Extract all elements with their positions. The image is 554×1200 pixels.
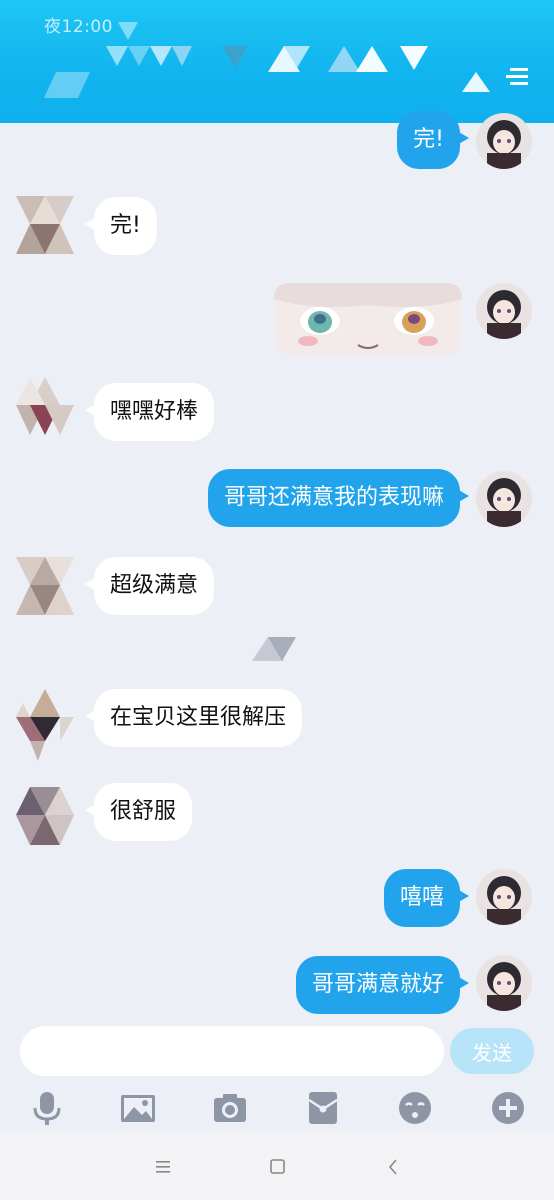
other-avatar[interactable] [16,196,74,254]
other-avatar[interactable] [16,557,74,615]
self-avatar[interactable] [476,955,532,1011]
message-bubble-other[interactable]: 在宝贝这里很解压 [84,689,303,747]
message-bubble-other[interactable]: 超级满意 [84,557,215,615]
self-avatar[interactable] [476,113,532,169]
back-icon[interactable] [376,1150,410,1184]
input-row: 发送 [0,1020,554,1084]
message-bubble-other[interactable]: 完! [85,197,157,255]
message-bubble-other[interactable]: 嘿嘿好棒 [84,383,215,441]
header-mosaic [44,22,490,98]
message-bubble-self[interactable]: 哥哥满意就好 [295,956,470,1014]
message-bubble-self[interactable]: 完! [397,111,469,169]
plus-icon[interactable] [488,1088,528,1128]
input-toolbar [0,1084,554,1132]
self-avatar[interactable] [476,283,532,339]
menu-icon[interactable] [146,1150,180,1184]
message-input[interactable] [20,1026,444,1076]
send-button[interactable]: 发送 [450,1028,534,1074]
red-packet-icon[interactable] [303,1088,343,1128]
self-avatar[interactable] [476,471,532,527]
emoji-icon[interactable] [395,1088,435,1128]
other-avatar[interactable] [16,787,74,845]
message-list[interactable]: 完! 完! 嘿嘿好棒 哥哥还满意我的表现嘛 超级满意 在宝贝这里很解压 很舒服 … [0,111,554,1020]
image-icon[interactable] [118,1088,158,1128]
home-icon[interactable] [260,1150,294,1184]
anime-face-sticker[interactable] [274,283,462,355]
other-avatar[interactable] [16,377,74,435]
timestamp-blur [252,637,296,661]
hamburger-menu-icon[interactable] [504,66,528,88]
microphone-icon[interactable] [27,1088,67,1128]
camera-icon[interactable] [210,1088,250,1128]
chat-header: 夜12:00 [0,0,554,123]
message-bubble-self[interactable]: 嘻嘻 [383,869,470,927]
message-bubble-other[interactable]: 很舒服 [84,783,193,841]
system-nav-bar [0,1132,554,1200]
other-avatar[interactable] [16,689,74,761]
message-bubble-self[interactable]: 哥哥还满意我的表现嘛 [207,469,470,527]
self-avatar[interactable] [476,869,532,925]
